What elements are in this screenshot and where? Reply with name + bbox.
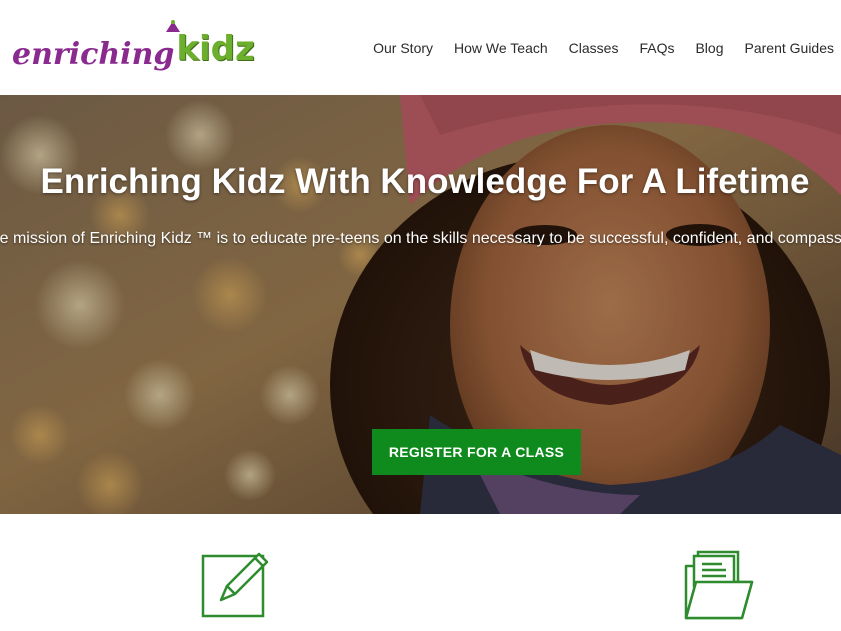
site-header: enriching kidz Our Story How We Teach Cl… (0, 0, 841, 95)
register-for-class-button[interactable]: REGISTER FOR A CLASS (372, 429, 581, 475)
nav-item-how-we-teach[interactable]: How We Teach (454, 38, 548, 58)
nav-item-classes[interactable]: Classes (569, 38, 619, 58)
logo-text-kidz: kidz (176, 29, 255, 69)
nav-item-our-story[interactable]: Our Story (373, 38, 433, 58)
file-folder-icon (684, 550, 754, 620)
features-section (0, 514, 841, 631)
page: enriching kidz Our Story How We Teach Cl… (0, 0, 841, 631)
logo-text-enriching: enriching (12, 37, 175, 72)
nav-item-faqs[interactable]: FAQs (639, 38, 674, 58)
site-logo[interactable]: enriching kidz (12, 18, 255, 76)
nav-item-blog[interactable]: Blog (695, 38, 723, 58)
hero-title: Enriching Kidz With Knowledge For A Life… (40, 162, 810, 202)
hero-section: Enriching Kidz With Knowledge For A Life… (0, 95, 841, 514)
main-nav: Our Story How We Teach Classes FAQs Blog… (352, 38, 834, 58)
hero-subtitle: The mission of Enriching Kidz ™ is to ed… (0, 230, 841, 247)
edit-note-icon (201, 552, 269, 618)
nav-item-parent-guides[interactable]: Parent Guides (745, 38, 835, 58)
logo-hat-icon (166, 20, 180, 32)
